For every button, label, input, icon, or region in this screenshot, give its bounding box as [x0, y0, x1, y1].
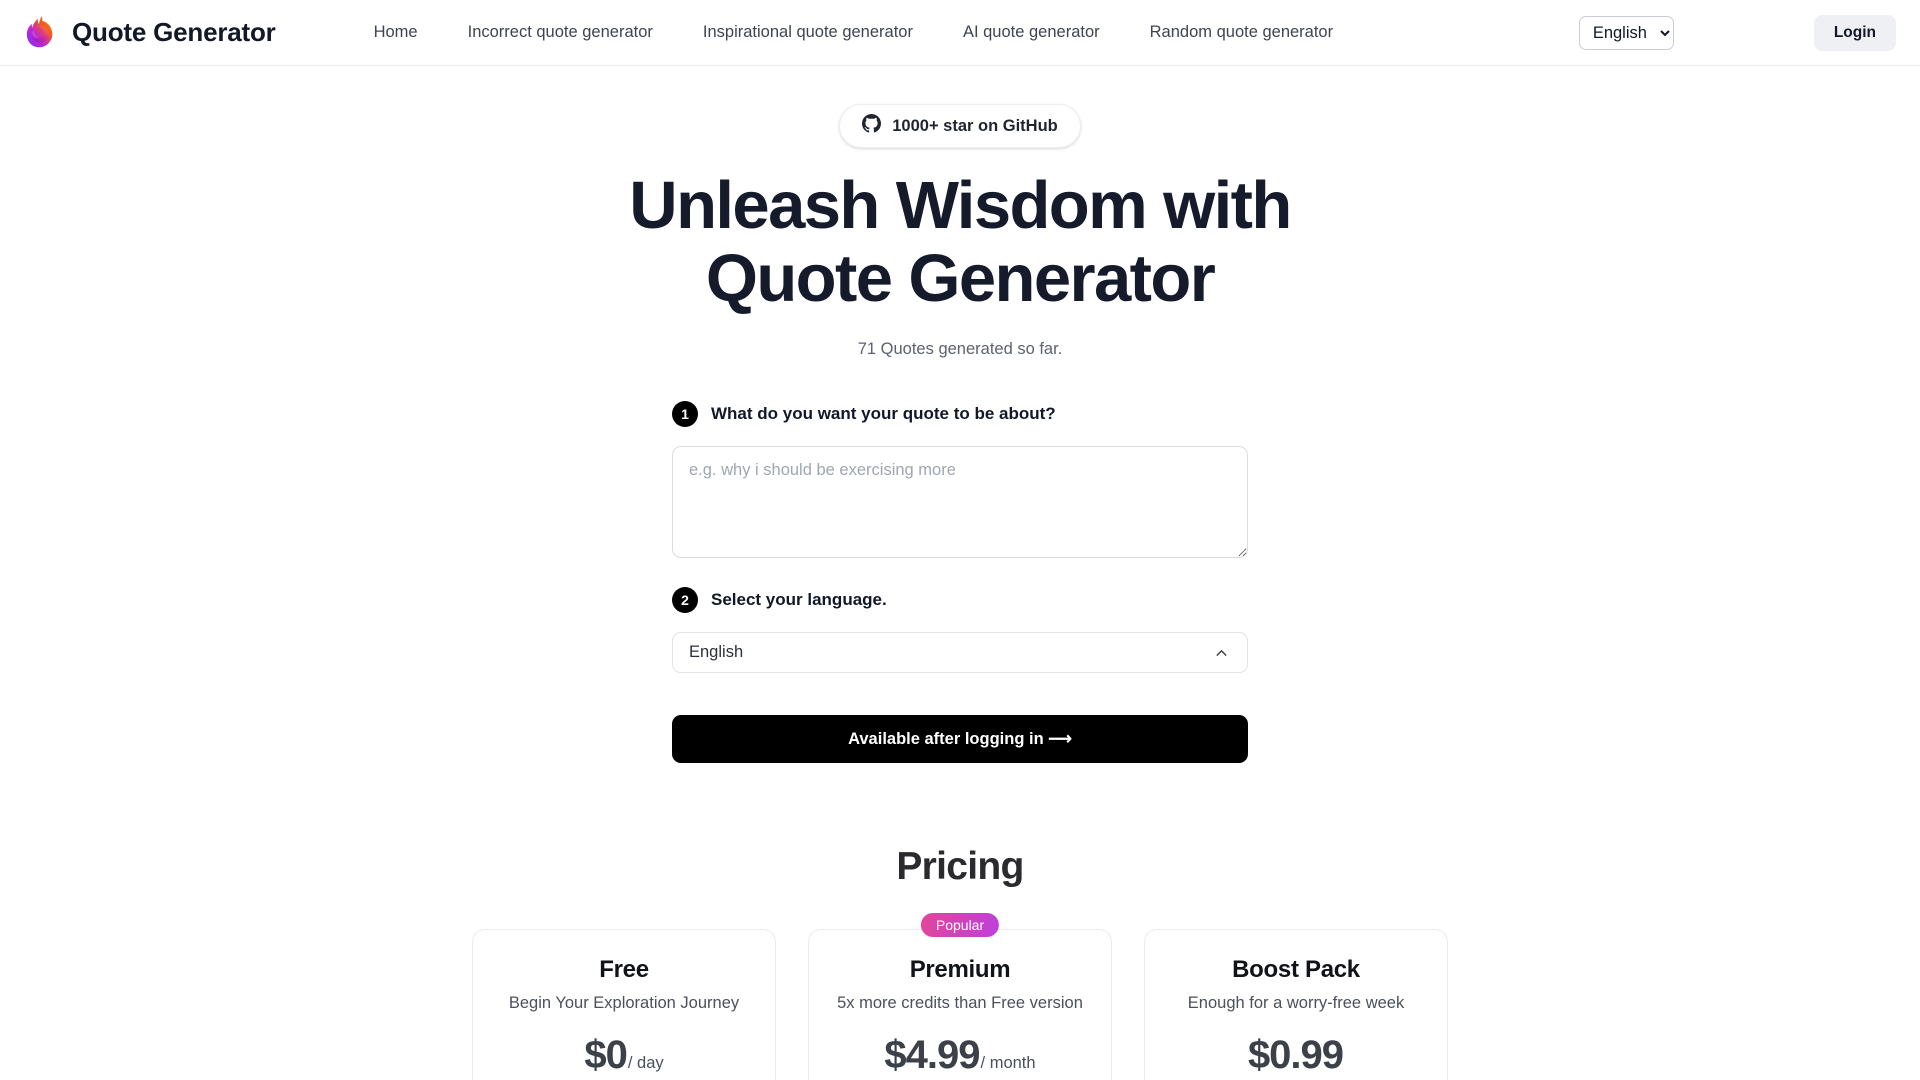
plan-name: Free — [599, 956, 649, 984]
plan-price-row: $4.99 / month — [833, 1033, 1087, 1078]
plan-price-row: $0 / day — [497, 1033, 751, 1078]
step-2-header: 2 Select your language. — [672, 587, 1248, 614]
step-2-number: 2 — [672, 587, 698, 614]
popular-badge: Popular — [920, 913, 1000, 938]
login-button[interactable]: Login — [1813, 15, 1896, 51]
pricing-title: Pricing — [896, 845, 1024, 889]
page-title-line-2: Quote Generator — [705, 240, 1216, 316]
github-icon — [862, 114, 882, 138]
brand-name: Quote Generator — [72, 17, 276, 47]
nav-link-inspirational-quote-generator[interactable]: Inspirational quote generator — [703, 23, 913, 42]
plan-period: / month — [980, 1054, 1036, 1073]
brand-link[interactable]: Quote Generator — [0, 14, 276, 52]
plan-tagline: 5x more credits than Free version — [837, 994, 1083, 1013]
step-1-header: 1 What do you want your quote to be abou… — [672, 401, 1248, 428]
plan-price: $0 — [584, 1033, 627, 1078]
step-2-label: Select your language. — [711, 590, 887, 610]
language-dropdown[interactable]: English — [672, 632, 1248, 674]
header-actions: English Login — [1578, 0, 1896, 66]
plan-tagline: Enough for a worry-free week — [1187, 994, 1405, 1013]
page-title: Unleash Wisdom with Quote Generator — [0, 168, 1920, 316]
step-1-number: 1 — [672, 401, 698, 428]
pricing-plans: Free Begin Your Exploration Journey $0 /… — [0, 913, 1920, 1080]
plan-price: $4.99 — [884, 1033, 980, 1078]
plan-price: $0.99 — [1247, 1033, 1344, 1078]
pricing-card-premium[interactable]: Popular Premium 5x more credits than Fre… — [808, 913, 1112, 1080]
github-star-badge[interactable]: 1000+ star on GitHub — [839, 104, 1081, 148]
firefox-flame-logo-icon — [24, 14, 58, 52]
nav-link-ai-quote-generator[interactable]: AI quote generator — [963, 23, 1100, 42]
page-title-line-1: Unleash Wisdom with — [629, 168, 1292, 243]
quotes-generated-counter: 71 Quotes generated so far. — [857, 340, 1063, 359]
plan-price-row: $0.99 — [1169, 1033, 1423, 1078]
github-star-badge-text: 1000+ star on GitHub — [892, 116, 1058, 135]
generate-quote-button[interactable]: Available after logging in ⟶ — [672, 715, 1248, 764]
step-1-label: What do you want your quote to be about? — [711, 404, 1056, 424]
plan-name: Premium — [909, 956, 1011, 984]
plan-period: / day — [627, 1054, 664, 1073]
nav-link-incorrect-quote-generator[interactable]: Incorrect quote generator — [468, 23, 653, 42]
hero-section: 1000+ star on GitHub Unleash Wisdom with… — [0, 66, 1920, 764]
plan-name: Boost Pack — [1232, 956, 1360, 984]
nav-link-home[interactable]: Home — [374, 23, 418, 42]
plan-tagline: Begin Your Exploration Journey — [508, 994, 740, 1013]
quote-topic-input[interactable] — [672, 446, 1248, 559]
pricing-card-boost-pack[interactable]: Boost Pack Enough for a worry-free week … — [1144, 929, 1448, 1080]
main-nav: Home Incorrect quote generator Inspirati… — [374, 23, 1334, 42]
header-language-select[interactable]: English — [1578, 16, 1674, 50]
quote-generator-form: 1 What do you want your quote to be abou… — [672, 359, 1248, 764]
language-dropdown-value: English — [689, 643, 744, 662]
pricing-section: Pricing Free Begin Your Exploration Jour… — [0, 763, 1920, 1080]
nav-link-random-quote-generator[interactable]: Random quote generator — [1150, 23, 1333, 42]
site-header: Quote Generator Home Incorrect quote gen… — [0, 0, 1920, 66]
pricing-card-free[interactable]: Free Begin Your Exploration Journey $0 /… — [472, 929, 776, 1080]
